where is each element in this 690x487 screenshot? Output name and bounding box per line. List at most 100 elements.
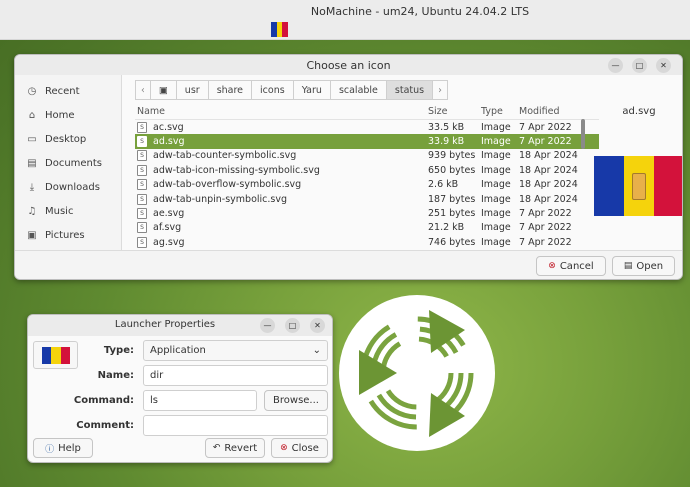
browse-button[interactable]: Browse... [264, 390, 328, 411]
file-row[interactable]: Sadw-tab-overflow-symbolic.svg 2.6 kB Imag… [135, 178, 599, 192]
path-crumb-status[interactable]: status [385, 80, 433, 100]
file-row[interactable]: Sac.svg 33.5 kB Image 7 Apr 2022 [135, 120, 599, 134]
launcher-close-window-button[interactable]: ✕ [310, 318, 325, 333]
andorra-flag-icon [271, 22, 289, 37]
file-type-cell: Image [481, 179, 511, 191]
file-name: ae.svg [153, 208, 185, 220]
dialog-header: Choose an icon — □ ✕ [15, 55, 682, 75]
file-row[interactable]: Sad.svg 33.9 kB Image 7 Apr 2022 [135, 134, 599, 149]
file-list: Name Size Type Modified Sac.svg 33.5 kB Im… [135, 104, 599, 249]
file-size-cell: 650 bytes [428, 164, 476, 176]
file-size-cell: 21.2 kB [428, 222, 465, 234]
dialog-footer: ⊗ Cancel ▤ Open [15, 250, 682, 279]
file-name: adw-tab-counter-symbolic.svg [153, 150, 297, 162]
open-button[interactable]: ▤ Open [612, 256, 675, 276]
sidebar-item-label: Pictures [45, 229, 85, 241]
column-type[interactable]: Type [481, 106, 519, 117]
downloads-icon: ⤓ [29, 181, 35, 193]
command-field[interactable]: ls [143, 390, 257, 411]
file-type-cell: Image [481, 208, 511, 220]
path-crumb-share[interactable]: share [207, 80, 252, 100]
file-name: af.svg [153, 222, 182, 234]
file-name-cell: Saf.svg [135, 222, 428, 234]
sidebar-item-music[interactable]: ♫ Music [15, 199, 121, 223]
sidebar-item-documents[interactable]: ▤ Documents [15, 151, 121, 175]
revert-label: Revert [224, 442, 258, 454]
file-list-scrollbar[interactable] [581, 119, 585, 149]
pictures-icon: ▣ [27, 229, 37, 241]
type-select[interactable]: Application ⌄ [143, 340, 328, 361]
file-name: adw-tab-overflow-symbolic.svg [153, 179, 302, 191]
svg-file-icon: S [137, 222, 147, 234]
sidebar-item-downloads[interactable]: ⤓ Downloads [15, 175, 121, 199]
chevron-down-icon: ⌄ [312, 345, 321, 356]
comment-field[interactable] [143, 415, 328, 436]
file-modified-cell: 7 Apr 2022 [519, 222, 572, 234]
andorra-flag-preview-icon [594, 156, 682, 216]
help-button[interactable]: ⓘ Help [33, 438, 93, 458]
column-size[interactable]: Size [428, 106, 481, 117]
revert-button[interactable]: ↶ Revert [205, 438, 265, 458]
close-label: Close [291, 442, 319, 454]
sidebar-item-desktop[interactable]: ▭ Desktop [15, 127, 121, 151]
svg-file-icon: S [137, 150, 147, 162]
column-modified[interactable]: Modified [519, 106, 589, 117]
help-label: Help [58, 442, 81, 454]
file-name-cell: Sae.svg [135, 208, 428, 220]
file-name-cell: Sadw-tab-counter-symbolic.svg [135, 150, 428, 162]
file-row[interactable]: Sag.svg 746 bytes Image 7 Apr 2022 [135, 235, 599, 249]
file-type-cell: Image [481, 150, 511, 162]
file-name-cell: Sadw-tab-icon-missing-symbolic.svg [135, 164, 428, 176]
choose-icon-dialog: Choose an icon — □ ✕ ◷ Recent ⌂ Home ▭ Deskto… [14, 54, 683, 280]
close-button[interactable]: ⊗ Close [271, 438, 328, 458]
maximize-button[interactable]: □ [632, 58, 647, 73]
path-crumb-yaru[interactable]: Yaru [292, 80, 330, 100]
sidebar-item-pictures[interactable]: ▣ Pictures [15, 223, 121, 247]
sidebar-item-label: Home [45, 109, 75, 121]
path-forward-button[interactable]: › [432, 80, 448, 100]
file-modified-cell: 18 Apr 2024 [519, 164, 578, 176]
file-size-cell: 33.5 kB [428, 121, 465, 133]
sidebar-item-recent[interactable]: ◷ Recent [15, 79, 121, 103]
sidebar-item-label: Downloads [45, 181, 100, 193]
svg-file-icon: S [137, 179, 147, 191]
close-window-button[interactable]: ✕ [656, 58, 671, 73]
launcher-minimize-button[interactable]: — [260, 318, 275, 333]
sidebar-item-label: Music [45, 205, 74, 217]
file-name: ad.svg [153, 136, 185, 148]
file-size-cell: 939 bytes [428, 150, 476, 162]
preview-filename: ad.svg [622, 106, 656, 117]
cancel-icon: ⊗ [548, 261, 556, 271]
file-list-header: Name Size Type Modified [135, 104, 599, 120]
file-name: ac.svg [153, 121, 184, 133]
sidebar-item-home[interactable]: ⌂ Home [15, 103, 121, 127]
file-type-cell: Image [481, 164, 511, 176]
file-row[interactable]: Sadw-tab-unpin-symbolic.svg 187 bytes Imag… [135, 192, 599, 206]
ubuntu-logo-icon [339, 295, 495, 451]
root-drive-icon[interactable]: ▣ [149, 80, 176, 100]
name-label: Name: [97, 370, 134, 381]
file-row[interactable]: Sae.svg 251 bytes Image 7 Apr 2022 [135, 206, 599, 220]
minimize-button[interactable]: — [608, 58, 623, 73]
comment-label: Comment: [76, 420, 134, 431]
name-field[interactable]: dir [143, 365, 328, 386]
path-crumb-scalable[interactable]: scalable [329, 80, 386, 100]
svg-file-icon: S [137, 121, 147, 133]
type-label: Type: [103, 345, 134, 356]
file-row[interactable]: Sadw-tab-icon-missing-symbolic.svg 650 by… [135, 163, 599, 177]
path-back-button[interactable]: ‹ [135, 80, 150, 100]
column-name[interactable]: Name [135, 106, 428, 117]
file-name-cell: Sadw-tab-overflow-symbolic.svg [135, 179, 428, 191]
path-bar: ‹ ▣ usr share icons Yaru scalable status › [135, 80, 448, 100]
clock-icon: ◷ [27, 85, 37, 97]
cancel-button[interactable]: ⊗ Cancel [536, 256, 606, 276]
path-crumb-usr[interactable]: usr [175, 80, 208, 100]
path-crumb-icons[interactable]: icons [251, 80, 293, 100]
file-name: adw-tab-icon-missing-symbolic.svg [153, 164, 320, 176]
launcher-maximize-button[interactable]: □ [285, 318, 300, 333]
launcher-properties-dialog: Launcher Properties — □ ✕ Type: Applicat… [27, 314, 333, 463]
file-name-cell: Sag.svg [135, 236, 428, 248]
file-row[interactable]: Saf.svg 21.2 kB Image 7 Apr 2022 [135, 221, 599, 235]
desktop-icon: ▭ [27, 133, 37, 145]
file-row[interactable]: Sadw-tab-counter-symbolic.svg 939 bytes Im… [135, 149, 599, 163]
